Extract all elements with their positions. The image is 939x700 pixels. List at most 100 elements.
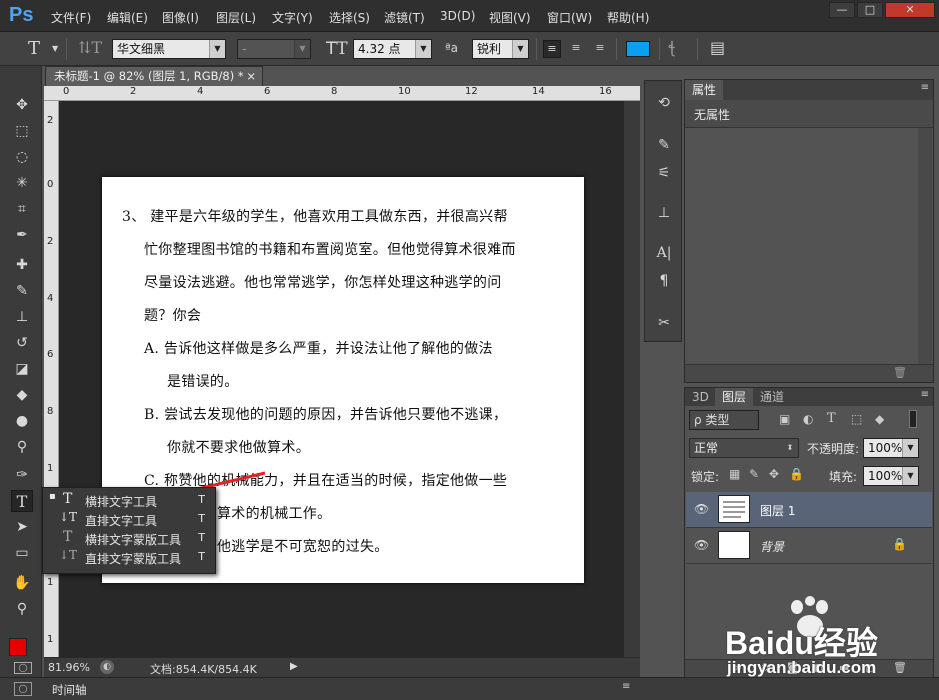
font-family-select[interactable]: 华文细黑 ▼	[112, 39, 226, 59]
filter-smart-object-icon[interactable]: ◆	[875, 412, 884, 426]
blend-mode-select[interactable]: 正常 ⬍	[689, 438, 799, 458]
opacity-input[interactable]: 100% ▼	[863, 438, 919, 458]
font-size-select[interactable]: 4.32 点 ▼	[353, 39, 432, 59]
filter-type-icon[interactable]: T	[827, 411, 836, 426]
layer-row[interactable]: 👁 背景 🔒	[686, 528, 932, 564]
menu-help[interactable]: 帮助(H)	[607, 9, 649, 26]
menu-image[interactable]: 图像(I)	[162, 9, 199, 26]
tool-presets-icon[interactable]: ✂	[654, 313, 674, 333]
close-button[interactable]: ✕	[885, 2, 935, 18]
minimize-button[interactable]: —	[829, 2, 855, 18]
panel-menu-icon[interactable]: ≡	[921, 389, 929, 400]
screen-mode-icon[interactable]: ◯	[14, 682, 32, 696]
brush-presets-icon[interactable]: ✎	[654, 135, 674, 155]
visibility-eye-icon[interactable]: 👁	[694, 538, 709, 552]
fill-input[interactable]: 100% ▼	[863, 466, 919, 486]
lock-transparency-icon[interactable]: ▦	[729, 467, 740, 481]
fill-label: 填充:	[829, 470, 858, 484]
character-icon[interactable]: A|	[654, 243, 674, 263]
layer-name[interactable]: 背景	[760, 538, 784, 555]
menu-file[interactable]: 文件(F)	[51, 9, 91, 26]
properties-scrollbar[interactable]	[918, 128, 932, 364]
menu-select[interactable]: 选择(S)	[329, 9, 370, 26]
toggle-orientation-icon[interactable]: ⇅T	[78, 38, 102, 57]
visibility-eye-icon[interactable]: 👁	[694, 502, 709, 516]
panel-menu-icon[interactable]: ≡	[622, 681, 630, 692]
layer-filter-select[interactable]: ρ 类型	[689, 410, 759, 430]
type-tool-preset-icon[interactable]: T	[28, 38, 40, 59]
eraser-icon[interactable]: ◪	[11, 358, 33, 380]
panel-menu-icon[interactable]: ≡	[921, 82, 929, 93]
brush-tool-icon[interactable]: ✎	[11, 280, 33, 302]
filter-adjustment-icon[interactable]: ◐	[803, 412, 813, 426]
clone-source-icon[interactable]: ⊥	[654, 203, 674, 223]
share-icon[interactable]: ◐	[100, 660, 114, 674]
magic-wand-icon[interactable]: ✳	[11, 172, 33, 194]
maximize-button[interactable]: □	[857, 2, 883, 18]
menu-filter[interactable]: 滤镜(T)	[384, 9, 425, 26]
quick-mask-icon[interactable]: ◯	[14, 662, 32, 674]
timeline-tab[interactable]: 时间轴	[52, 682, 87, 698]
menu-view[interactable]: 视图(V)	[489, 9, 531, 26]
document-tab[interactable]: 未标题-1 @ 82% (图层 1, RGB/8) * ×	[45, 66, 263, 86]
antialias-select[interactable]: 锐利 ▼	[472, 39, 529, 59]
filter-pixel-icon[interactable]: ▣	[779, 412, 790, 426]
lock-position-icon[interactable]: ✥	[769, 467, 779, 481]
zoom-tool-icon[interactable]: ⚲	[11, 598, 33, 620]
paragraph-icon[interactable]: ¶	[654, 271, 674, 291]
rectangle-tool-icon[interactable]: ▭	[11, 542, 33, 564]
align-center-icon[interactable]: ≡	[567, 40, 585, 58]
healing-brush-icon[interactable]: ✚	[11, 254, 33, 276]
lock-image-icon[interactable]: ✎	[749, 467, 759, 481]
tab-layers[interactable]: 图层	[715, 388, 754, 406]
align-right-icon[interactable]: ≡	[591, 40, 609, 58]
type-tool-icon[interactable]: T	[11, 490, 33, 512]
layer-name[interactable]: 图层 1	[760, 502, 795, 519]
lock-all-icon[interactable]: 🔒	[789, 467, 804, 481]
hand-tool-icon[interactable]: ✋	[11, 572, 33, 594]
trash-icon[interactable]: 🗑	[893, 366, 907, 379]
flyout-item-vertical-type-mask[interactable]: ↓T 直排文字蒙版工具 T	[43, 548, 215, 567]
close-tab-icon[interactable]: ×	[246, 67, 256, 85]
crop-tool-icon[interactable]: ⌗	[11, 198, 33, 220]
move-tool-icon[interactable]: ✥	[11, 94, 33, 116]
shortcut-key: T	[198, 512, 205, 525]
filter-shape-icon[interactable]: ⬚	[851, 412, 862, 426]
character-panel-icon[interactable]: ▤	[710, 38, 725, 57]
marquee-tool-icon[interactable]: ⬚	[11, 120, 33, 142]
history-brush-icon[interactable]: ↺	[11, 332, 33, 354]
antialias-value: 锐利	[477, 42, 502, 56]
brush-panel-icon[interactable]: ⚟	[654, 163, 674, 183]
filter-toggle-switch[interactable]	[909, 410, 917, 428]
text-color-swatch[interactable]	[626, 41, 650, 57]
layer-row[interactable]: 👁 图层 1	[686, 492, 932, 528]
dodge-tool-icon[interactable]: ⚲	[11, 436, 33, 458]
menu-3d[interactable]: 3D(D)	[440, 9, 475, 23]
menu-edit[interactable]: 编辑(E)	[107, 9, 148, 26]
tab-3d[interactable]: 3D	[685, 388, 716, 406]
status-menu-arrow-icon[interactable]: ▶	[290, 661, 298, 672]
path-selection-icon[interactable]: ➤	[11, 516, 33, 538]
blur-tool-icon[interactable]: ●	[11, 410, 33, 432]
flyout-item-horizontal-type[interactable]: ▪ T 横排文字工具 T	[43, 491, 215, 510]
pen-tool-icon[interactable]: ✑	[11, 464, 33, 486]
history-icon[interactable]: ⟲	[654, 93, 674, 113]
tab-properties[interactable]: 属性	[685, 80, 724, 100]
zoom-level[interactable]: 81.96%	[48, 661, 90, 674]
flyout-item-horizontal-type-mask[interactable]: T 横排文字蒙版工具 T	[43, 529, 215, 548]
flyout-item-vertical-type[interactable]: ↓T 直排文字工具 T	[43, 510, 215, 529]
tab-channels[interactable]: 通道	[753, 388, 791, 406]
foreground-color-swatch[interactable]	[9, 638, 27, 656]
vertical-scrollbar[interactable]	[624, 101, 640, 657]
menu-window[interactable]: 窗口(W)	[547, 9, 592, 26]
warp-text-icon[interactable]: ꞎ	[668, 38, 676, 57]
lasso-tool-icon[interactable]: ◌	[11, 146, 33, 168]
align-left-icon[interactable]: ≡	[543, 40, 561, 58]
paint-bucket-icon[interactable]: ◆	[11, 384, 33, 406]
eyedropper-icon[interactable]: ✒	[11, 224, 33, 246]
menu-layer[interactable]: 图层(L)	[216, 9, 256, 26]
menu-type[interactable]: 文字(Y)	[272, 9, 313, 26]
font-style-select[interactable]: - ▼	[237, 39, 311, 59]
clone-stamp-icon[interactable]: ⊥	[11, 306, 33, 328]
preset-dropdown-icon[interactable]: ▼	[52, 44, 58, 53]
